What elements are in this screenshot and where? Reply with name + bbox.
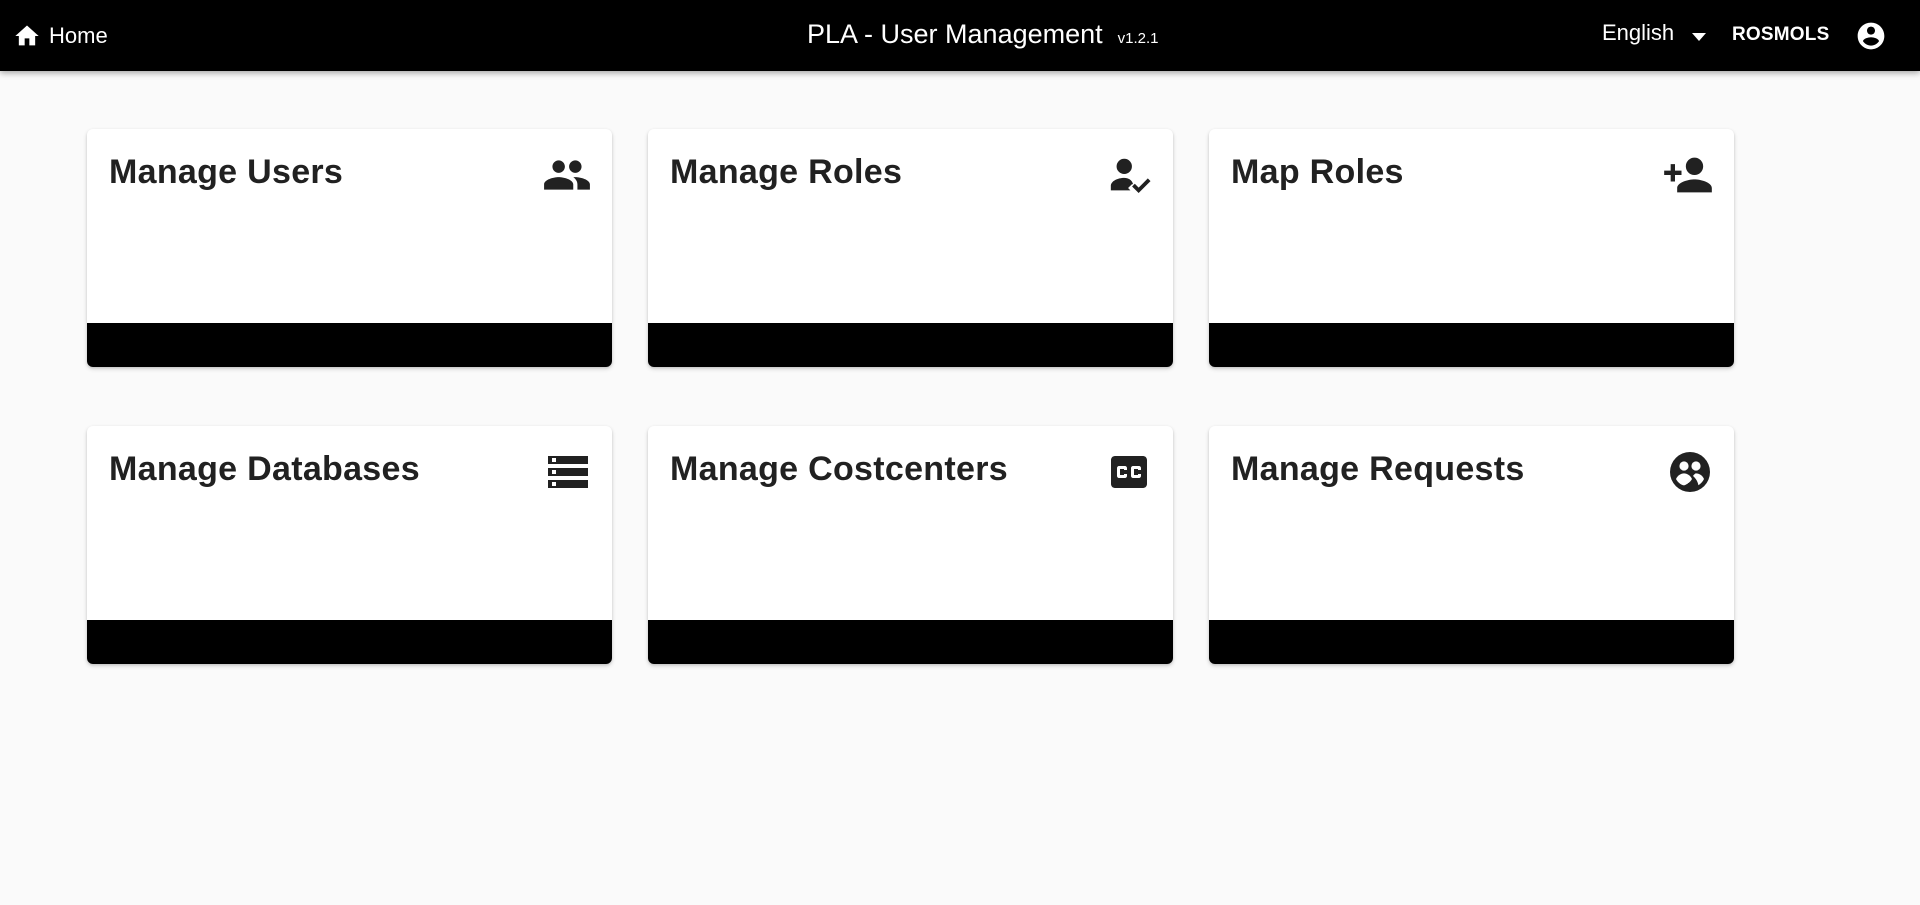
chevron-down-icon	[1692, 33, 1707, 41]
card-manage-users[interactable]: Manage Users	[87, 129, 612, 367]
card-footer	[1209, 323, 1734, 367]
app-header: Home PLA - User Management v1.2.1 Englis…	[0, 0, 1920, 71]
closed-caption-icon	[1101, 450, 1153, 494]
home-label: Home	[49, 23, 108, 48]
language-select[interactable]: English	[1602, 20, 1707, 46]
app-title: PLA - User Management v1.2.1	[807, 19, 1159, 50]
users-icon	[540, 153, 592, 197]
account-circle-icon[interactable]	[1855, 20, 1887, 52]
card-manage-roles[interactable]: Manage Roles	[648, 129, 1173, 367]
person-add-icon	[1662, 153, 1714, 197]
card-map-roles[interactable]: Map Roles	[1209, 129, 1734, 367]
card-footer	[1209, 620, 1734, 664]
card-footer	[87, 620, 612, 664]
user-check-icon	[1101, 153, 1153, 197]
username-label: ROSMOLS	[1732, 24, 1830, 45]
card-manage-costcenters[interactable]: Manage Costcenters	[648, 426, 1173, 664]
card-title: Manage Costcenters	[670, 450, 1008, 488]
card-title: Manage Databases	[109, 450, 420, 488]
card-title: Manage Users	[109, 153, 344, 191]
card-title: Map Roles	[1231, 153, 1404, 191]
card-footer	[648, 620, 1173, 664]
language-value: English	[1602, 20, 1675, 45]
card-footer	[648, 323, 1173, 367]
page-title: PLA - User Management	[807, 19, 1103, 49]
card-title: Manage Requests	[1231, 450, 1525, 488]
storage-icon	[540, 450, 592, 494]
card-title: Manage Roles	[670, 153, 903, 191]
home-icon	[15, 25, 39, 46]
requests-icon	[1662, 450, 1714, 494]
card-manage-requests[interactable]: Manage Requests	[1209, 426, 1734, 664]
version-badge: v1.2.1	[1117, 30, 1159, 47]
home-button[interactable]: Home	[13, 21, 108, 51]
card-footer	[87, 323, 612, 367]
card-manage-databases[interactable]: Manage Databases	[87, 426, 612, 664]
